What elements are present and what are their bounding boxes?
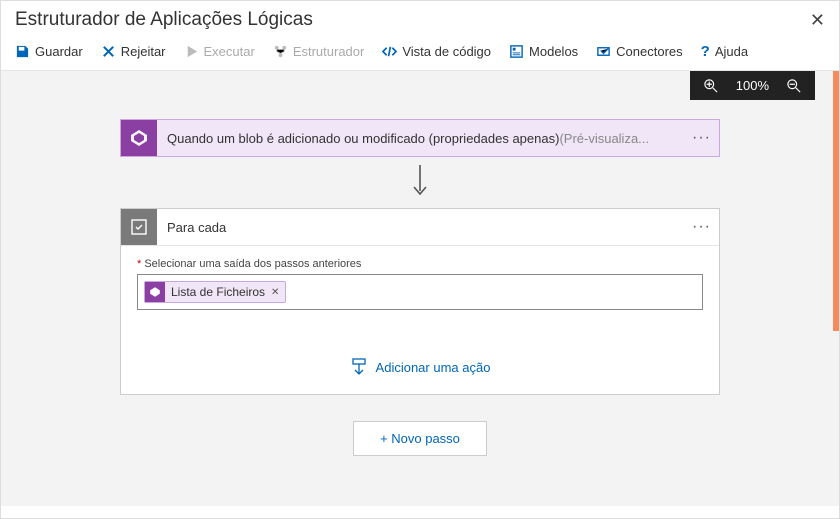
templates-icon [509,44,524,59]
designer-icon [273,44,288,59]
foreach-title: Para cada [157,220,684,235]
scroll-indicator [833,71,839,331]
connectors-icon [596,44,611,59]
foreach-header[interactable]: Para cada ··· [121,209,719,246]
designer-button: Estruturador [273,44,365,59]
toolbar: Guardar Rejeitar Executar Estruturador V… [1,37,839,71]
templates-button[interactable]: Modelos [509,44,578,59]
trigger-card[interactable]: Quando um blob é adicionado ou modificad… [120,119,720,157]
flow-arrow-icon [410,163,430,202]
zoom-in-icon[interactable] [704,79,718,93]
add-action-icon [350,358,368,376]
new-step-button[interactable]: + Novo passo [353,421,487,456]
foreach-card: Para cada ··· * Selecionar uma saída dos… [120,208,720,395]
trigger-connector-icon [121,120,157,156]
window-title: Estruturador de Aplicações Lógicas [15,9,313,31]
token-pill[interactable]: Lista de Ficheiros ✕ [144,281,286,303]
foreach-menu-icon[interactable]: ··· [684,218,719,236]
token-remove-icon[interactable]: ✕ [271,287,279,298]
zoom-level: 100% [736,78,769,93]
play-icon [184,44,199,59]
save-icon [15,44,30,59]
help-icon: ? [701,43,710,60]
run-button: Executar [184,44,255,59]
zoom-out-icon[interactable] [787,79,801,93]
field-label: * Selecionar uma saída dos passos anteri… [137,258,703,270]
designer-canvas: 100% Quando um blob é adicionado ou modi… [1,71,839,506]
code-icon [382,44,397,59]
foreach-icon [121,209,157,245]
foreach-body: * Selecionar uma saída dos passos anteri… [121,246,719,394]
discard-button[interactable]: Rejeitar [101,44,166,59]
zoom-controls: 100% [690,71,815,100]
token-label: Lista de Ficheiros [171,285,265,299]
title-bar: Estruturador de Aplicações Lógicas ✕ [1,1,839,37]
x-icon [101,44,116,59]
trigger-menu-icon[interactable]: ··· [684,129,719,147]
codeview-button[interactable]: Vista de código [382,44,491,59]
trigger-title: Quando um blob é adicionado ou modificad… [157,131,684,146]
save-button[interactable]: Guardar [15,44,83,59]
close-icon[interactable]: ✕ [810,10,825,31]
help-button[interactable]: ? Ajuda [701,43,748,60]
connectors-button[interactable]: Conectores [596,44,682,59]
workflow-flow: Quando um blob é adicionado ou modificad… [17,119,823,456]
add-action-button[interactable]: Adicionar uma ação [137,358,703,376]
output-selector-input[interactable]: Lista de Ficheiros ✕ [137,274,703,310]
token-connector-icon [145,282,165,302]
